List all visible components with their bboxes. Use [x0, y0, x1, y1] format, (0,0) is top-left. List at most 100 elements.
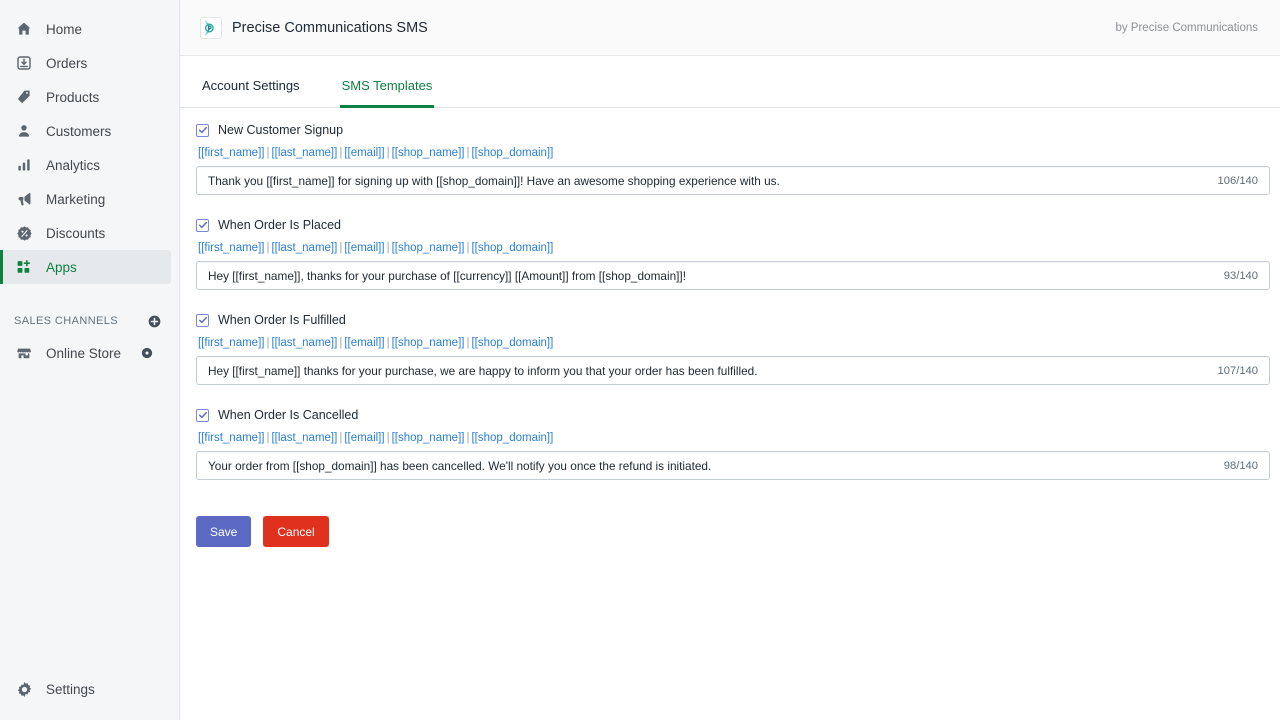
analytics-bars-icon: [14, 155, 34, 175]
message-text[interactable]: Thank you [[first_name]] for signing up …: [197, 174, 1218, 188]
character-counter: 93/140: [1223, 269, 1258, 282]
sidebar-item-label: Online Store: [46, 345, 122, 361]
sidebar-item-orders[interactable]: Orders: [0, 46, 171, 80]
template-header: When Order Is Fulfilled: [196, 310, 1270, 330]
template-label: New Customer Signup: [218, 123, 344, 137]
variable-list: [[first_name]] | [[last_name]] | [[email]] |[…: [198, 145, 1270, 161]
template-label: When Order Is Placed: [218, 218, 341, 232]
sidebar-item-label: Orders: [46, 55, 88, 71]
gear-icon: [14, 679, 34, 699]
message-text[interactable]: Your order from [[shop_domain]] has been…: [197, 459, 1224, 473]
variable-token[interactable]: [[first_name]]: [198, 242, 264, 254]
variable-token[interactable]: [[shop_name]]: [392, 242, 465, 254]
sales-channels-label: SALES CHANNELS: [14, 315, 119, 327]
plus-circle-icon[interactable]: [148, 315, 161, 328]
message-input[interactable]: Thank you [[first_name]] for signing up …: [196, 166, 1270, 195]
store-icon: [14, 343, 34, 363]
variable-token[interactable]: [[shop_domain]]: [471, 242, 553, 254]
variable-token[interactable]: [[shop_name]]: [392, 337, 465, 349]
variable-token[interactable]: [[email]]: [344, 337, 384, 349]
variable-token[interactable]: [[last_name]]: [271, 147, 337, 159]
app-header: Precise Communications SMS by Precise Co…: [180, 0, 1280, 56]
app-byline: by Precise Communications: [1115, 21, 1258, 34]
sidebar-item-online-store[interactable]: Online Store: [0, 336, 171, 370]
sidebar-item-label: Home: [46, 21, 83, 37]
sidebar-item-marketing[interactable]: Marketing: [0, 182, 171, 216]
variable-token[interactable]: [[last_name]]: [271, 432, 337, 444]
template-header: New Customer Signup: [196, 120, 1270, 140]
customers-person-icon: [14, 121, 34, 141]
discounts-percent-icon: [14, 223, 34, 243]
variable-token[interactable]: [[shop_domain]]: [471, 147, 553, 159]
variable-separator: |: [386, 337, 390, 349]
sidebar-item-label: Customers: [46, 123, 112, 139]
template-header: When Order Is Cancelled: [196, 405, 1270, 425]
tab-account-settings[interactable]: Account Settings: [200, 78, 302, 108]
message-input[interactable]: Your order from [[shop_domain]] has been…: [196, 451, 1270, 480]
main-panel: Precise Communications SMS by Precise Co…: [180, 0, 1280, 720]
variable-token[interactable]: [[email]]: [344, 242, 384, 254]
sidebar-item-discounts[interactable]: Discounts: [0, 216, 171, 250]
app-title: Precise Communications SMS: [232, 19, 428, 36]
sidebar-item-apps[interactable]: Apps: [0, 250, 171, 284]
sidebar-item-label: Products: [46, 89, 100, 105]
variable-token[interactable]: [[shop_name]]: [392, 147, 465, 159]
template-enabled-checkbox[interactable]: [196, 408, 209, 422]
variable-token[interactable]: [[first_name]]: [198, 337, 264, 349]
variable-token[interactable]: [[first_name]]: [198, 432, 264, 444]
variable-list: [[first_name]] | [[last_name]] | [[email]] |[…: [198, 430, 1270, 446]
variable-list: [[first_name]] | [[last_name]] | [[email]] |[…: [198, 335, 1270, 351]
sidebar-item-analytics[interactable]: Analytics: [0, 148, 171, 182]
character-counter: 107/140: [1217, 364, 1258, 377]
tab-bar: Account Settings SMS Templates: [180, 56, 1280, 108]
sidebar-item-label: Discounts: [46, 225, 106, 241]
variable-token[interactable]: [[shop_domain]]: [471, 337, 553, 349]
sidebar-item-home[interactable]: Home: [0, 12, 171, 46]
sidebar-item-label: Apps: [46, 259, 77, 275]
marketing-megaphone-icon: [14, 189, 34, 209]
message-text[interactable]: Hey [[first_name]] thanks for your purch…: [197, 364, 1218, 378]
app-window: Home Orders Products Customers Analytics…: [0, 0, 1280, 720]
form-actions: Save Cancel: [196, 516, 1270, 547]
apps-grid-icon: [14, 257, 34, 277]
message-text[interactable]: Hey [[first_name]], thanks for your purc…: [197, 269, 1224, 283]
sidebar-item-label: Settings: [46, 681, 95, 697]
cancel-button[interactable]: Cancel: [263, 516, 329, 547]
template-block: New Customer Signup [[first_name]] | [[last…: [196, 120, 1270, 195]
variable-separator: |: [386, 242, 390, 254]
sidebar-settings-row: Settings: [0, 672, 179, 706]
template-enabled-checkbox[interactable]: [196, 313, 209, 327]
sidebar-item-products[interactable]: Products: [0, 80, 171, 114]
template-header: When Order Is Placed: [196, 215, 1270, 235]
variable-token[interactable]: [[email]]: [344, 432, 384, 444]
variable-token[interactable]: [[email]]: [344, 147, 384, 159]
home-icon: [14, 19, 34, 39]
precise-communications-logo-icon: [200, 16, 222, 39]
sidebar-item-label: Analytics: [46, 157, 101, 173]
sales-channels-header: SALES CHANNELS: [0, 306, 179, 336]
sidebar: Home Orders Products Customers Analytics…: [0, 0, 180, 720]
template-list: New Customer Signup [[first_name]] | [[last…: [196, 120, 1270, 480]
variable-list: [[first_name]] | [[last_name]] | [[email]] |[…: [198, 240, 1270, 256]
sidebar-item-settings[interactable]: Settings: [0, 672, 171, 706]
template-enabled-checkbox[interactable]: [196, 123, 209, 137]
save-button[interactable]: Save: [196, 516, 252, 547]
sms-templates-content: New Customer Signup [[first_name]] | [[last…: [180, 108, 1280, 720]
view-eye-icon[interactable]: [141, 347, 153, 359]
variable-token[interactable]: [[first_name]]: [198, 147, 264, 159]
message-input[interactable]: Hey [[first_name]] thanks for your purch…: [196, 356, 1270, 385]
variable-token[interactable]: [[shop_name]]: [392, 432, 465, 444]
template-block: When Order Is Placed [[first_name]] | [[las…: [196, 215, 1270, 290]
sidebar-item-customers[interactable]: Customers: [0, 114, 171, 148]
variable-token[interactable]: [[last_name]]: [271, 242, 337, 254]
template-label: When Order Is Cancelled: [218, 408, 359, 422]
tab-sms-templates[interactable]: SMS Templates: [339, 78, 435, 108]
variable-token[interactable]: [[shop_domain]]: [471, 432, 553, 444]
character-counter: 98/140: [1223, 459, 1258, 472]
template-block: When Order Is Cancelled [[first_name]] |[[…: [196, 405, 1270, 480]
variable-token[interactable]: [[last_name]]: [271, 337, 337, 349]
products-tag-icon: [14, 87, 34, 107]
message-input[interactable]: Hey [[first_name]], thanks for your purc…: [196, 261, 1270, 290]
template-enabled-checkbox[interactable]: [196, 218, 209, 232]
variable-separator: |: [386, 432, 390, 444]
